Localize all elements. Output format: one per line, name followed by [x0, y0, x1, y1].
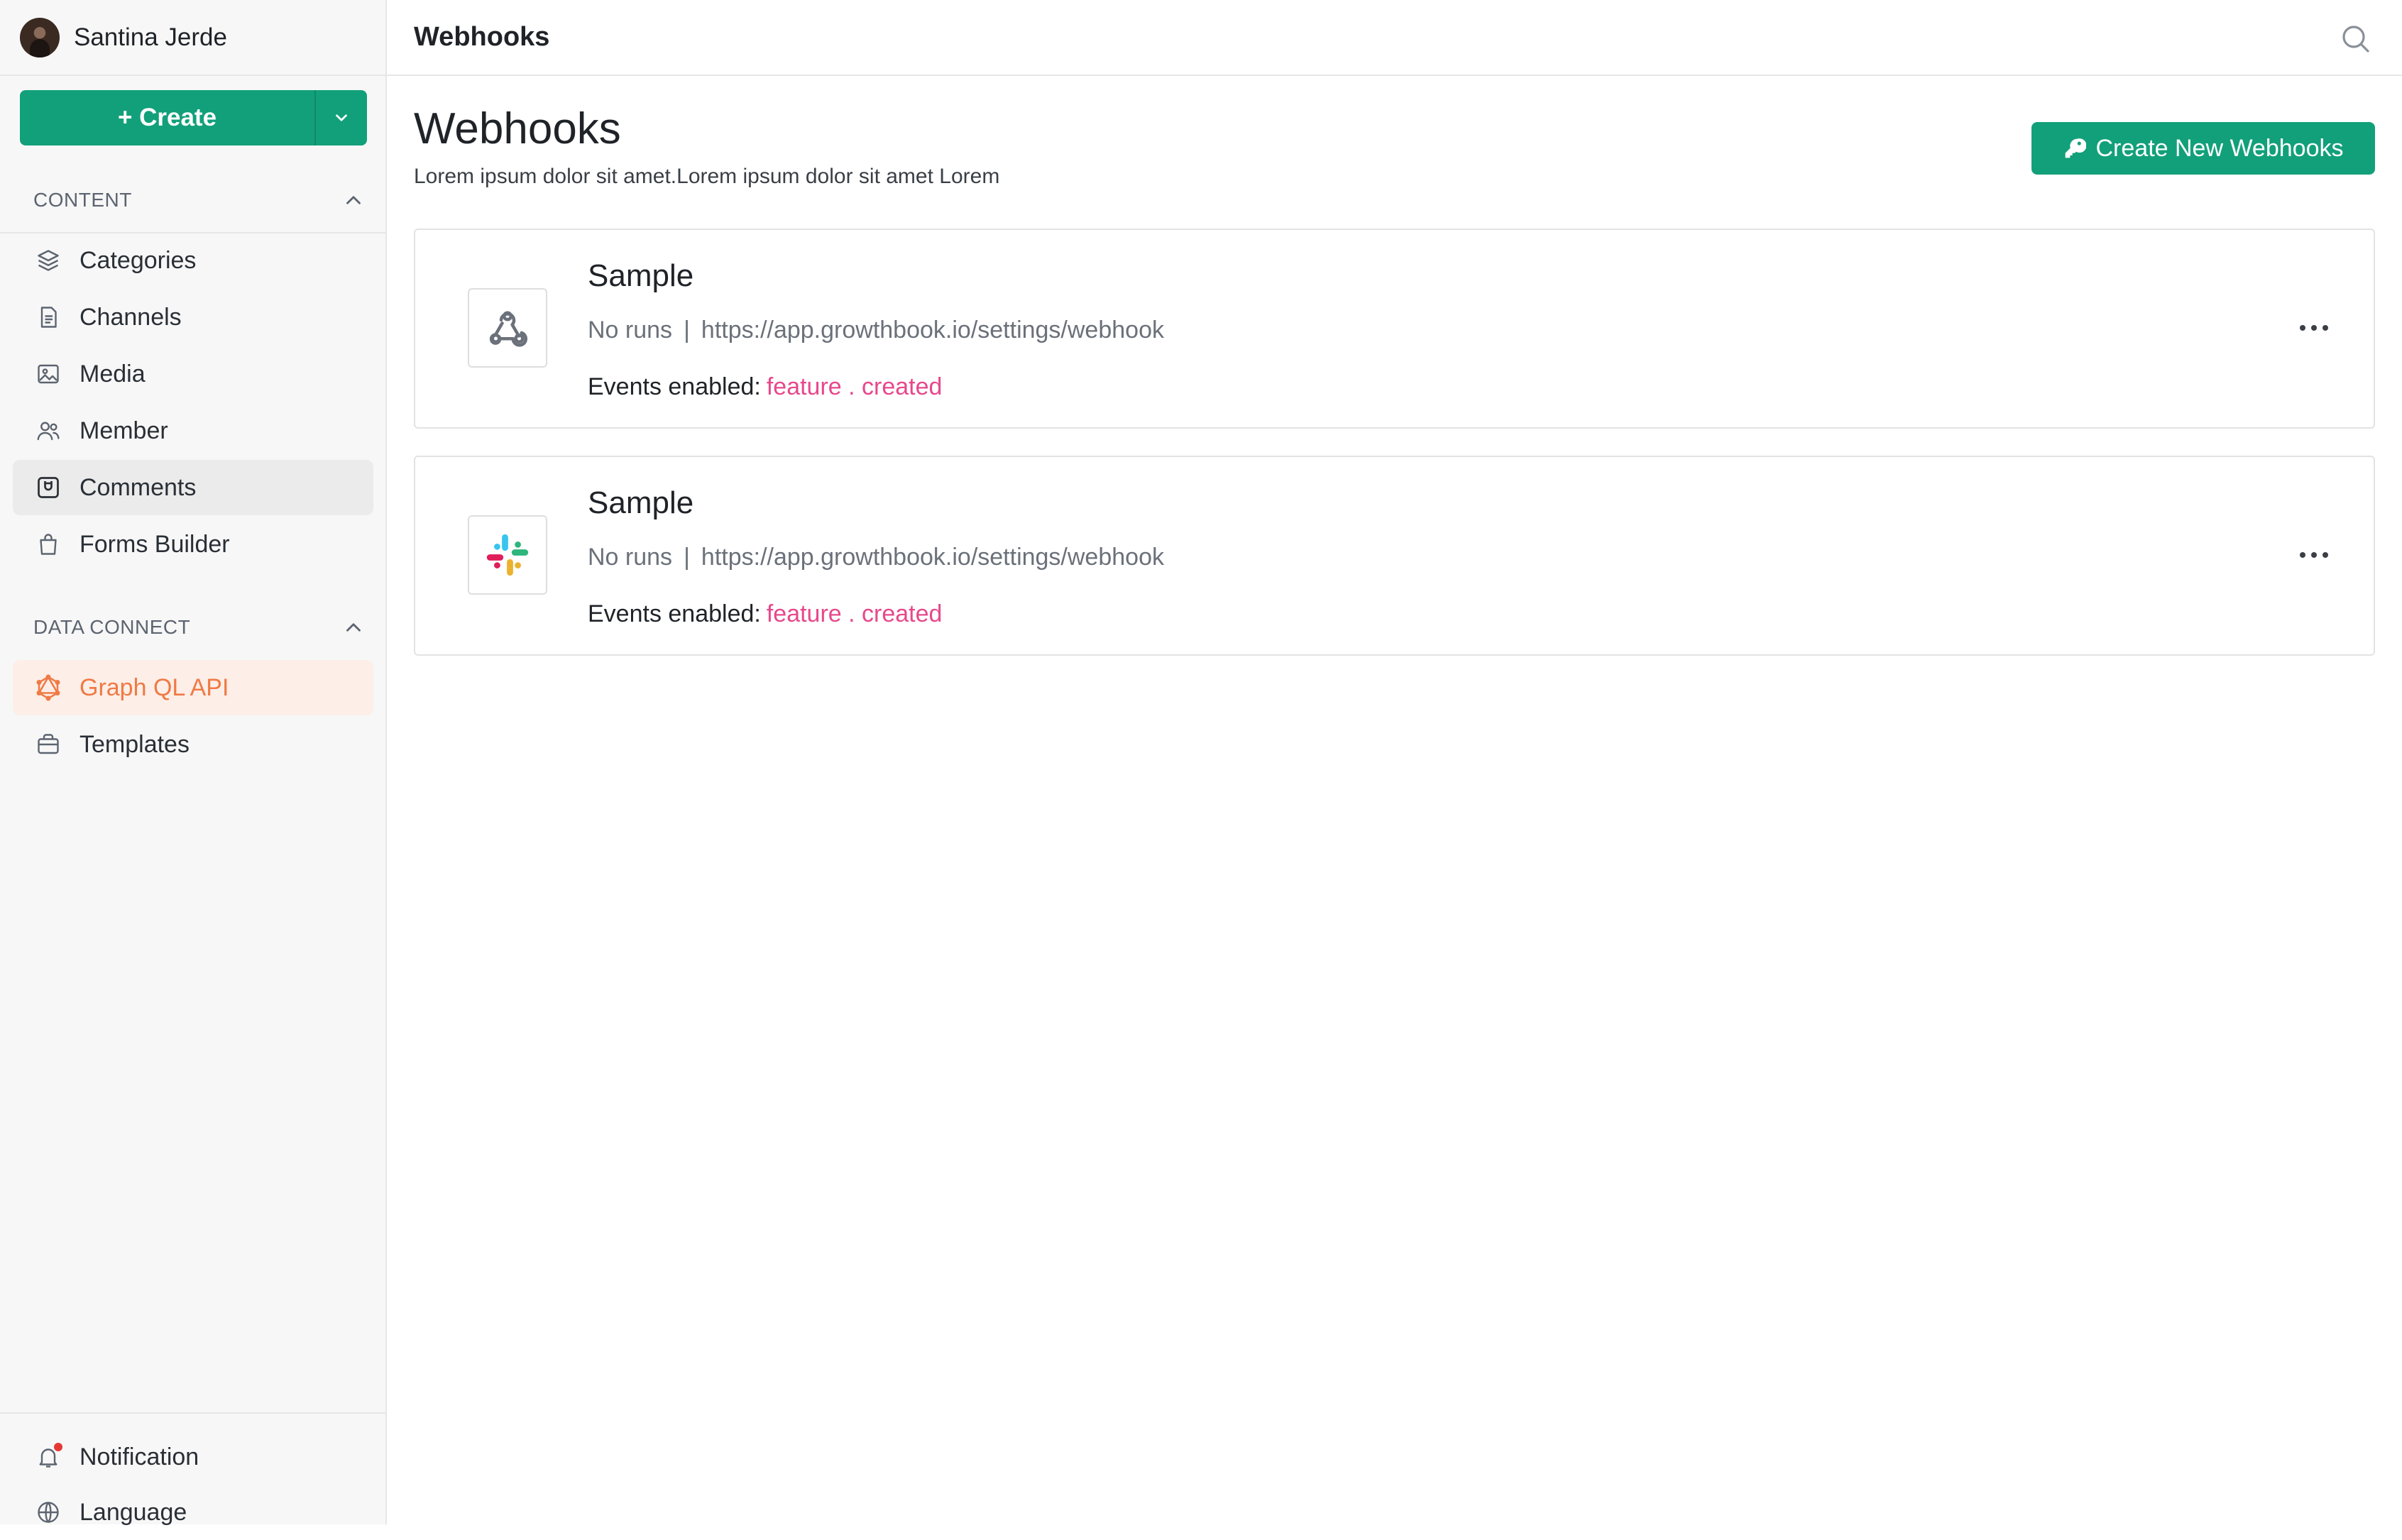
- meta-separator: |: [684, 317, 690, 343]
- sidebar-item-label: Media: [79, 360, 146, 387]
- page-title: Webhooks: [414, 104, 621, 153]
- webhook-name: Sample: [588, 485, 694, 520]
- create-new-webhooks-button[interactable]: Create New Webhooks: [2031, 122, 2375, 175]
- webhook-meta: No runs | https://app.growthbook.io/settin…: [588, 544, 1164, 571]
- sidebar-item-label: Notification: [79, 1443, 199, 1470]
- header-title: Webhooks: [414, 22, 550, 52]
- layers-icon: [34, 246, 62, 275]
- webhook-name: Sample: [588, 258, 694, 293]
- sidebar-item-member[interactable]: Member: [13, 403, 373, 458]
- slack-icon: [486, 534, 529, 576]
- image-icon: [34, 360, 62, 388]
- webhook-url[interactable]: https://app.growthbook.io/settings/webho…: [701, 544, 1164, 571]
- chevron-up-icon: [346, 623, 361, 632]
- sidebar-item-label: Comments: [79, 473, 197, 501]
- search-icon[interactable]: [2338, 21, 2372, 55]
- users-icon: [34, 417, 62, 445]
- globe-icon: [34, 1498, 62, 1527]
- sidebar-item-media[interactable]: Media: [13, 346, 373, 402]
- page-subtitle: Lorem ipsum dolor sit amet.Lorem ipsum d…: [414, 165, 1000, 188]
- events-value: feature . created: [766, 600, 943, 627]
- more-options-button[interactable]: [2293, 541, 2335, 569]
- sidebar-item-templates[interactable]: Templates: [13, 717, 373, 772]
- events-label: Events enabled:: [588, 600, 761, 627]
- avatar: [20, 17, 60, 57]
- sidebar-item-comments[interactable]: Comments: [13, 460, 373, 515]
- sidebar-item-label: Channels: [79, 303, 182, 331]
- graphql-icon: [34, 673, 62, 702]
- document-icon: [34, 303, 62, 331]
- sidebar-item-forms-builder[interactable]: Forms Builder: [13, 517, 373, 572]
- webhook-logo: [468, 515, 547, 595]
- more-horizontal-icon: [2300, 325, 2328, 331]
- sidebar-item-label: Categories: [79, 246, 197, 274]
- webhook-events: Events enabled: feature . created: [588, 373, 942, 401]
- webhook-meta: No runs | https://app.growthbook.io/settin…: [588, 317, 1164, 344]
- sidebar-item-channels[interactable]: Channels: [13, 290, 373, 345]
- webhook-runs: No runs: [588, 544, 673, 571]
- more-horizontal-icon: [2300, 552, 2328, 558]
- meta-separator: |: [684, 544, 690, 571]
- webhook-card[interactable]: Sample No runs | https://app.growthbook.io…: [414, 456, 2375, 656]
- create-dropdown-button[interactable]: [314, 90, 367, 145]
- events-label: Events enabled:: [588, 373, 761, 400]
- events-value: feature . created: [766, 373, 943, 400]
- sidebar-item-language[interactable]: Language: [13, 1485, 373, 1540]
- sidebar-item-notification[interactable]: Notification: [13, 1429, 373, 1485]
- create-button-group: + Create: [20, 90, 367, 145]
- sidebar-bottom: Notification Language: [0, 1412, 387, 1526]
- template-icon: [34, 730, 62, 759]
- notification-dot: [54, 1443, 62, 1451]
- sidebar-item-label: Member: [79, 417, 168, 444]
- content-heading: CONTENT: [33, 189, 132, 211]
- webhook-card[interactable]: Sample No runs | https://app.growthbook.io…: [414, 229, 2375, 429]
- sidebar-item-label: Templates: [79, 730, 190, 758]
- key-icon: [2063, 137, 2086, 160]
- bag-icon: [34, 530, 62, 559]
- webhook-url[interactable]: https://app.growthbook.io/settings/webho…: [701, 317, 1164, 343]
- more-options-button[interactable]: [2293, 314, 2335, 342]
- sidebar-item-label: Language: [79, 1498, 187, 1526]
- sidebar-item-label: Graph QL API: [79, 673, 229, 701]
- user-name: Santina Jerde: [74, 23, 227, 51]
- comment-box-icon: [34, 473, 62, 502]
- chevron-down-icon: [336, 114, 347, 121]
- create-new-webhooks-label: Create New Webhooks: [2095, 134, 2344, 162]
- data-connect-section-header[interactable]: DATA CONNECT: [0, 606, 387, 649]
- sidebar: Santina Jerde + Create CONTENT Categorie…: [0, 0, 387, 1526]
- data-connect-heading: DATA CONNECT: [33, 616, 191, 638]
- bell-icon: [34, 1443, 62, 1471]
- content-section-header[interactable]: CONTENT: [0, 179, 387, 221]
- webhook-logo: [468, 288, 547, 368]
- webhook-runs: No runs: [588, 317, 673, 343]
- create-button[interactable]: + Create: [20, 90, 314, 145]
- user-profile[interactable]: Santina Jerde: [0, 0, 385, 76]
- sidebar-item-graphql-api[interactable]: Graph QL API: [13, 660, 373, 715]
- sidebar-item-label: Forms Builder: [79, 530, 230, 558]
- sidebar-item-categories[interactable]: Categories: [13, 233, 373, 288]
- webhook-events: Events enabled: feature . created: [588, 600, 942, 628]
- top-bar: Webhooks: [387, 0, 2402, 76]
- chevron-up-icon: [346, 196, 361, 204]
- webhook-icon: [489, 311, 527, 347]
